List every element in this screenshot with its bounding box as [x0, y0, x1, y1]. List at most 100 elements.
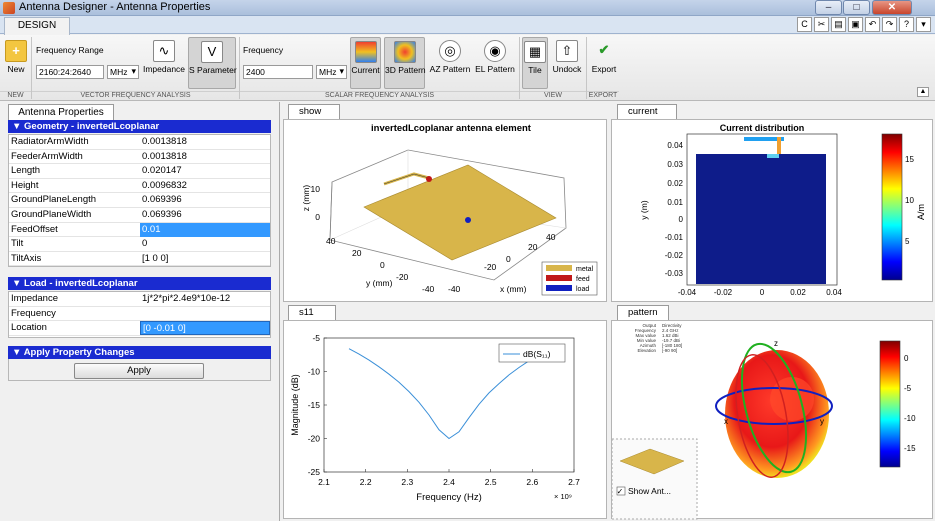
current-button[interactable]: Current: [350, 37, 381, 89]
legend-label-metal: metal: [576, 266, 594, 273]
current-x-tick: 0: [760, 288, 765, 297]
current-ground-plane: [696, 154, 826, 284]
current-y-tick: -0.02: [665, 251, 684, 260]
expand-icon[interactable]: ▾: [916, 17, 931, 32]
export-label: Export: [591, 64, 617, 74]
legend-swatch-feed: [546, 275, 572, 281]
s11-legend-label: dB(S₁₁): [523, 349, 551, 359]
paste-icon[interactable]: ▤: [831, 17, 846, 32]
current-x-tick: 0.04: [826, 288, 842, 297]
tab-design[interactable]: DESIGN: [4, 17, 70, 35]
current-plot-panel: Current distribution y (m) 0.04 0.03 0.0…: [611, 119, 933, 302]
impedance-button[interactable]: ∿ Impedance: [142, 37, 186, 89]
property-value-field[interactable]: 0.069396: [140, 208, 270, 222]
az-pattern-button[interactable]: ◎ AZ Pattern: [429, 37, 471, 89]
tab-antenna-properties[interactable]: Antenna Properties: [8, 104, 114, 120]
help-icon[interactable]: ?: [899, 17, 914, 32]
current-colorbar-unit: A/m: [916, 204, 926, 220]
collapse-toolstrip-icon[interactable]: ▲: [917, 87, 929, 97]
pattern-y-axis-label: y: [820, 417, 824, 426]
3d-pattern-icon: [393, 41, 416, 63]
3d-pattern-button[interactable]: 3D Pattern: [384, 37, 426, 89]
antenna-properties-panel: Antenna Properties ▼ Geometry - inverted…: [0, 102, 280, 521]
s11-y-tick: -15: [308, 400, 321, 410]
tab-current[interactable]: current: [617, 104, 677, 119]
s11-x-tick: 2.4: [443, 477, 455, 487]
save-icon[interactable]: ▣: [848, 17, 863, 32]
current-y-axis-label: y (m): [639, 200, 649, 220]
x-axis-label: x (mm): [500, 284, 527, 294]
current-colorbar-tick: 15: [905, 155, 914, 164]
s11-x-tick: 2.6: [526, 477, 538, 487]
property-name: GroundPlaneLength: [11, 194, 97, 206]
el-pattern-label: EL Pattern: [475, 64, 515, 74]
pattern-info-block: Output Directivity Frequency 2.4 GHz Max…: [635, 323, 683, 353]
property-value-field[interactable]: 1j*2*pi*2.4e9*10e-12: [140, 292, 270, 306]
s-parameter-button[interactable]: V S Parameter: [188, 37, 237, 89]
tile-button[interactable]: ▦ Tile: [522, 37, 548, 89]
export-button[interactable]: ✔ Export: [590, 37, 618, 89]
tab-s11[interactable]: s11: [288, 305, 336, 320]
property-row: Height 0.0096832: [9, 179, 270, 194]
current-distribution-plot: Current distribution y (m) 0.04 0.03 0.0…: [639, 123, 926, 297]
pattern-colorbar-tick: -10: [904, 414, 916, 423]
frequency-units-select[interactable]: MHz: [316, 65, 347, 79]
property-value-field-selected[interactable]: [0 -0.01 0]: [140, 321, 270, 336]
property-row: Location [0 -0.01 0]: [9, 321, 270, 336]
close-button[interactable]: ✕: [872, 0, 912, 15]
frequency-input[interactable]: 2400: [243, 65, 313, 79]
geometry-section-header[interactable]: ▼ Geometry - invertedLcoplanar: [8, 120, 271, 133]
copy-icon[interactable]: C: [797, 17, 812, 32]
az-pattern-label: AZ Pattern: [429, 64, 471, 74]
property-value-field[interactable]: [1 0 0]: [140, 252, 270, 266]
s11-plot-panel: 2.1 2.2 2.3 2.4 2.5 2.6 2.7 -5 -10 -15 -20 -25 dB(S…: [283, 320, 607, 519]
s11-y-axis-label: Magnitude (dB): [290, 374, 300, 436]
show-antenna-label: Show Ant...: [628, 486, 671, 496]
apply-button[interactable]: Apply: [74, 363, 204, 379]
maximize-button[interactable]: □: [843, 0, 870, 15]
minimize-button[interactable]: –: [815, 0, 842, 15]
z-tick: 10: [311, 184, 321, 194]
current-plot-title: Current distribution: [720, 123, 805, 133]
current-x-tick: -0.04: [678, 288, 697, 297]
pattern-colorbar: [879, 340, 901, 468]
s11-x-tick: 2.7: [568, 477, 580, 487]
property-value-field[interactable]: [140, 307, 270, 321]
property-value-field[interactable]: 0: [140, 237, 270, 251]
frequency-range-input[interactable]: 2160:24:2640: [36, 65, 104, 79]
tile-icon: ▦: [524, 41, 546, 63]
new-button[interactable]: + New: [4, 37, 28, 89]
undock-button[interactable]: ⇧ Undock: [551, 37, 583, 89]
az-pattern-icon: ◎: [439, 40, 461, 62]
property-row: RadiatorArmWidth 0.0013818: [9, 135, 270, 150]
cut-icon[interactable]: ✂: [814, 17, 829, 32]
property-value-field[interactable]: 0.020147: [140, 164, 270, 178]
property-value-field[interactable]: 0.0013818: [140, 150, 270, 164]
s11-chart: 2.1 2.2 2.3 2.4 2.5 2.6 2.7 -5 -10 -15 -20 -25 dB(S…: [290, 333, 580, 503]
property-value-field[interactable]: 0.0013818: [140, 135, 270, 149]
undock-label: Undock: [552, 64, 582, 74]
s-parameter-label: S Parameter: [189, 65, 237, 75]
current-hotspot: [767, 154, 779, 158]
el-pattern-button[interactable]: ◉ EL Pattern: [474, 37, 516, 89]
s11-y-tick: -20: [308, 434, 321, 444]
undo-icon[interactable]: ↶: [865, 17, 880, 32]
property-row: Tilt 0: [9, 237, 270, 252]
tab-pattern[interactable]: pattern: [617, 305, 669, 320]
property-value-field-selected[interactable]: 0.01: [140, 222, 270, 237]
property-value-field[interactable]: 0.069396: [140, 193, 270, 207]
redo-icon[interactable]: ↷: [882, 17, 897, 32]
tab-show[interactable]: show: [288, 104, 340, 119]
x-tick: 40: [546, 232, 556, 242]
property-value-field[interactable]: 0.0096832: [140, 179, 270, 193]
3d-pattern-label: 3D Pattern: [385, 65, 426, 75]
s11-x-tick: 2.3: [401, 477, 413, 487]
pattern-info-key: Elevation: [637, 348, 656, 353]
current-x-tick: 0.02: [790, 288, 806, 297]
current-y-tick: 0.02: [667, 179, 683, 188]
frequency-range-units-select[interactable]: MHz: [107, 65, 139, 79]
load-section-header[interactable]: ▼ Load - invertedLcoplanar: [8, 277, 271, 290]
current-feeder-arm: [777, 137, 781, 154]
pattern-plot-panel: Output Directivity Frequency 2.4 GHz Max…: [611, 320, 933, 520]
apply-section-header[interactable]: ▼ Apply Property Changes: [8, 346, 271, 359]
